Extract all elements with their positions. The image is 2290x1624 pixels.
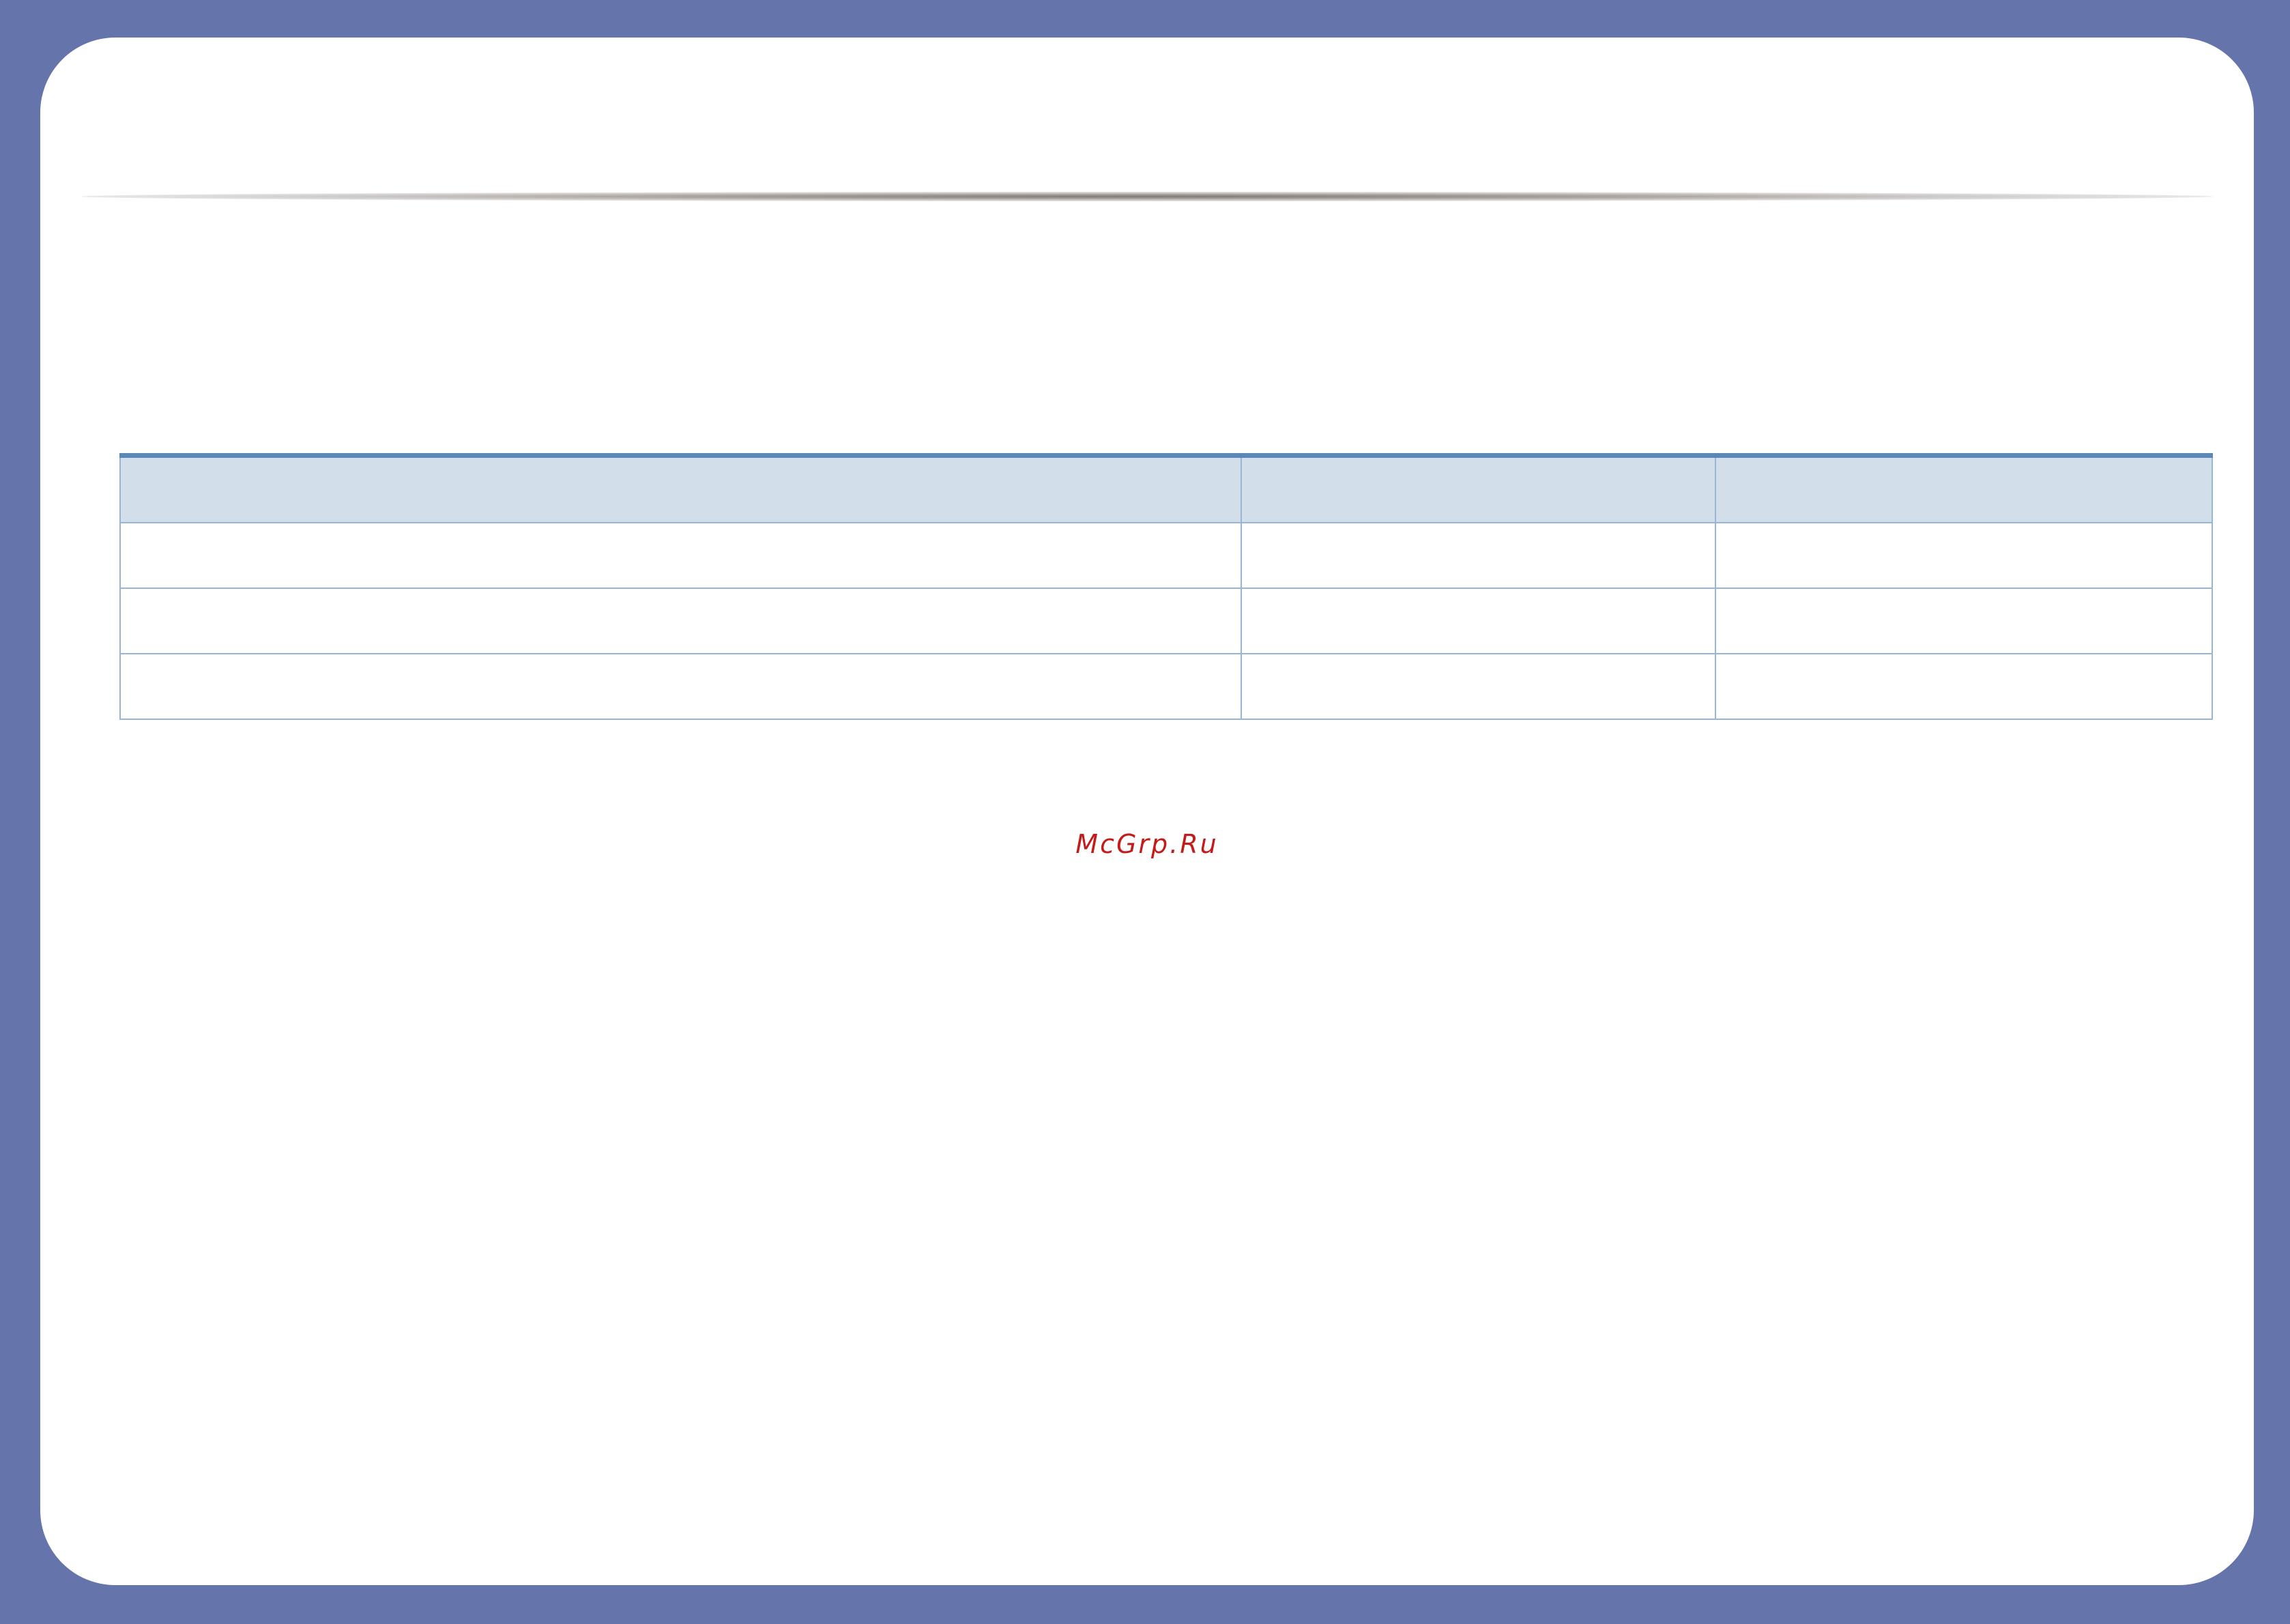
table-cell [119, 653, 1242, 720]
table-cell [1241, 653, 1716, 720]
table-cell [1715, 522, 2213, 589]
table-cell [1241, 588, 1716, 654]
table-row [119, 588, 2213, 654]
header-divider [81, 163, 2213, 224]
table-header-cell [1715, 454, 2213, 523]
table-cell [1715, 653, 2213, 720]
watermark-text: McGrp.Ru [1075, 829, 1219, 859]
table-row [119, 653, 2213, 720]
table-cell [119, 588, 1242, 654]
table-header-row [119, 454, 2213, 523]
table-cell [1241, 522, 1716, 589]
table-cell [119, 522, 1242, 589]
document-page: McGrp.Ru [40, 38, 2254, 1585]
table-header-cell [119, 454, 1242, 523]
table-cell [1715, 588, 2213, 654]
spec-table [119, 453, 2213, 720]
table-row [119, 522, 2213, 589]
table-header-cell [1241, 454, 1716, 523]
spec-table-container [119, 453, 2213, 720]
